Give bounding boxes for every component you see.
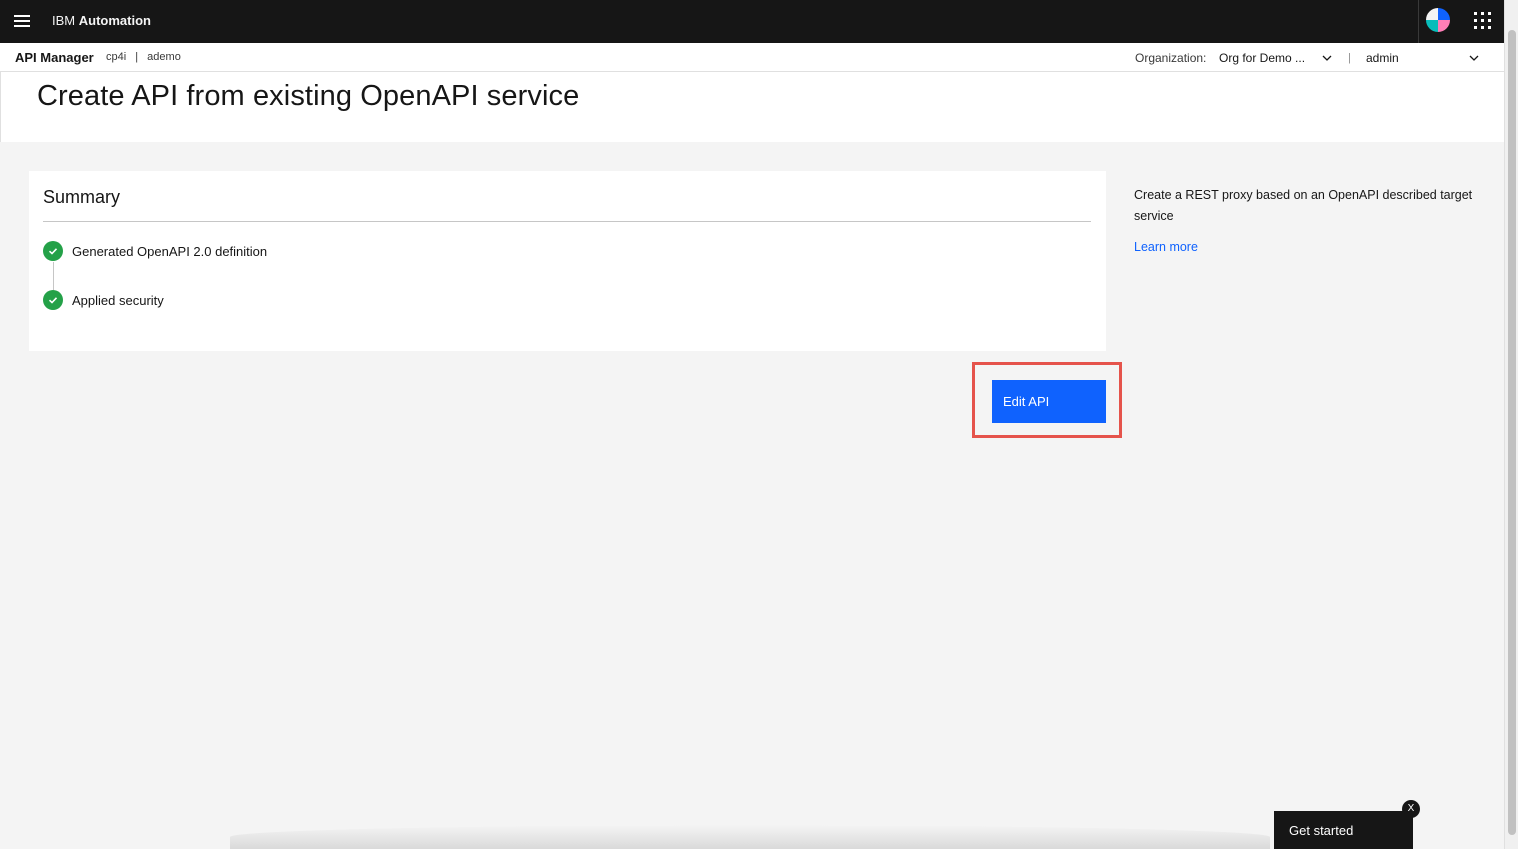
step-connector [53,262,54,290]
context-breadcrumb: cp4i | ademo [106,51,181,63]
side-description: Create a REST proxy based on an OpenAPI … [1134,188,1473,223]
app-name: API Manager [15,50,94,65]
checkmark-icon [43,241,63,261]
organization-selector[interactable]: Org for Demo ... [1219,51,1305,65]
summary-divider [43,221,1091,222]
bottom-shadow [230,825,1270,849]
provider-name: ademo [147,51,181,63]
checkmark-icon [43,290,63,310]
chevron-down-icon[interactable] [1322,53,1332,63]
context-separator: | [135,51,139,63]
brand-name[interactable]: IBM Automation [52,13,151,28]
user-avatar[interactable] [1424,6,1452,34]
summary-card: Summary Generated OpenAPI 2.0 definition… [29,171,1106,351]
page-title: Create API from existing OpenAPI service [37,80,580,112]
user-menu[interactable]: admin [1366,51,1399,65]
brand-prefix: IBM [52,13,76,28]
learn-more-link[interactable]: Learn more [1134,240,1198,254]
hamburger-menu-icon[interactable] [8,7,36,35]
step-label: Applied security [72,292,164,308]
brand-product: Automation [78,13,151,28]
close-icon[interactable]: X [1402,800,1420,818]
top-navigation-bar: IBM Automation [0,0,1504,43]
context-header: API Manager cp4i | ademo Organization: O… [0,43,1504,72]
catalog-name: cp4i [106,51,127,63]
step-label: Generated OpenAPI 2.0 definition [72,243,268,259]
page-header: Create API from existing OpenAPI service [0,72,1504,142]
organization-label: Organization: [1135,51,1207,65]
chevron-down-icon[interactable] [1469,53,1479,63]
vertical-scrollbar[interactable] [1504,0,1518,849]
scrollbar-thumb[interactable] [1508,30,1516,835]
summary-step: Applied security [43,289,164,311]
edit-api-button[interactable]: Edit API [992,380,1106,423]
summary-step: Generated OpenAPI 2.0 definition [43,240,267,262]
app-switcher-icon[interactable] [1470,9,1494,33]
get-started-button[interactable]: Get started [1274,811,1413,849]
topbar-divider [1418,0,1419,43]
summary-title: Summary [43,187,121,207]
header-divider: | [1348,52,1351,64]
